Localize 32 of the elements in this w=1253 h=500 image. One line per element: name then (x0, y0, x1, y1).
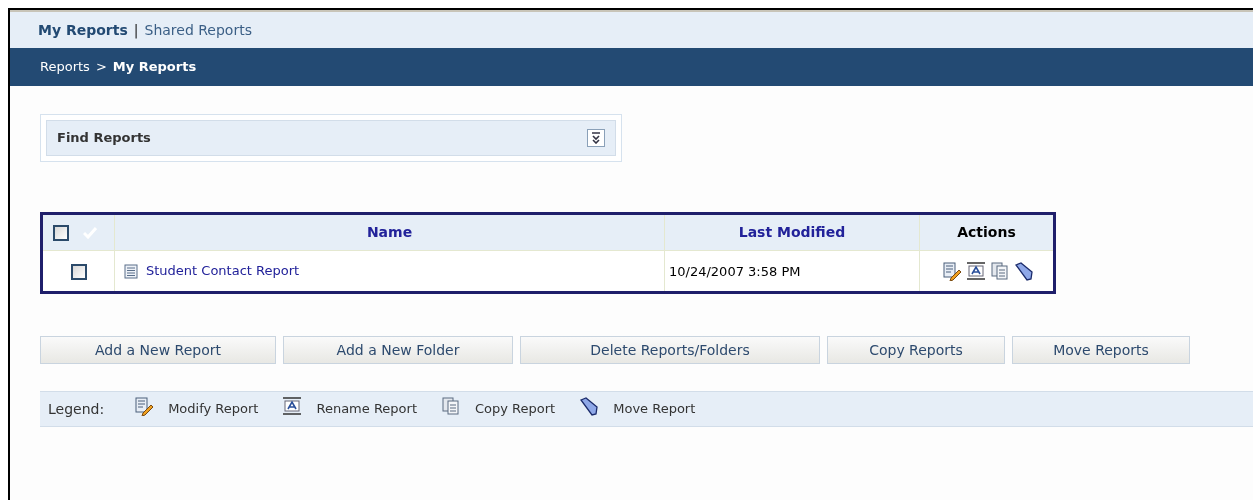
breadcrumb-link[interactable]: Reports (40, 57, 90, 77)
panel-title: Find Reports (57, 129, 151, 148)
action-button[interactable]: Copy Reports (827, 336, 1005, 364)
breadcrumb-separator: > (95, 58, 107, 77)
checkbox[interactable] (53, 225, 69, 241)
text-field-icon[interactable] (965, 261, 986, 281)
tab[interactable]: Shared Reports (144, 19, 252, 41)
text-field-icon (282, 396, 303, 416)
legend-text: Move Report (613, 400, 696, 419)
action-button[interactable]: Add a New Folder (283, 336, 513, 364)
action-button[interactable]: Delete Reports/Folders (520, 336, 820, 364)
tab[interactable]: My Reports (38, 19, 128, 41)
edit-document-icon (134, 396, 155, 416)
column-header[interactable]: Last Modified (738, 224, 846, 240)
legend-text: Rename Report (316, 400, 417, 419)
breadcrumb-current: My Reports (112, 58, 197, 77)
table-cell: 10/24/2007 3:58 PM (669, 264, 801, 279)
expand-icon[interactable] (587, 129, 605, 147)
tab-separator: | (133, 20, 139, 41)
report-link[interactable]: Student Contact Report (146, 261, 300, 281)
column-header: Actions (957, 224, 1016, 240)
legend-text: Copy Report (475, 400, 556, 419)
checkmark-icon (83, 227, 97, 239)
copy-documents-icon (441, 396, 461, 416)
action-button[interactable]: Move Reports (1012, 336, 1190, 364)
column-header[interactable]: Name (366, 224, 413, 240)
legend-text: Modify Report (168, 400, 259, 419)
edit-document-icon[interactable] (941, 261, 962, 281)
legend-label: Legend: (48, 399, 105, 419)
checkbox[interactable] (70, 263, 87, 280)
action-button[interactable]: Add a New Report (40, 336, 276, 364)
document-icon (124, 263, 138, 279)
